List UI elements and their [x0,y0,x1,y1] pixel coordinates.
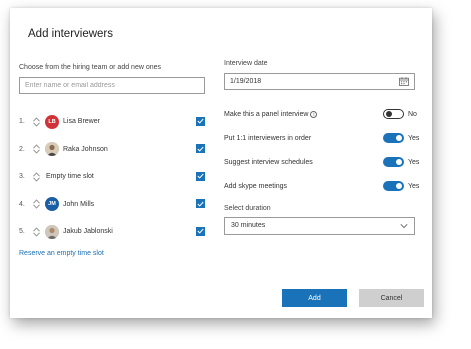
reorder-arrows [30,199,42,209]
chevron-down-icon [400,223,408,229]
order-interviewers-option: Put 1:1 interviewers in order Yes [224,131,419,145]
toggle-state: Yes [408,158,420,166]
interviewer-checkbox[interactable] [196,144,205,154]
search-input[interactable] [19,77,205,94]
skype-meetings-label: Add skype meetings [224,182,288,190]
chevron-down-icon[interactable] [32,149,40,154]
interviewer-checkbox[interactable] [196,199,205,209]
reserve-empty-slot-link[interactable]: Reserve an empty time slot [19,250,104,257]
toggle-state: No [408,110,417,118]
checkmark-icon [197,146,204,152]
reorder-arrows [30,227,42,237]
checkmark-icon [197,118,204,124]
toggle-state: Yes [408,134,420,142]
interview-date-label: Interview date [224,60,268,67]
reorder-arrows [30,172,42,182]
duration-label: Select duration [224,205,271,212]
avatar: LB [45,114,59,129]
hiring-team-label: Choose from the hiring team or add new o… [19,64,162,71]
list-item: 1. LB Lisa Brewer [19,108,205,136]
interview-date-field[interactable]: 1/19/2018 [224,73,415,90]
hiring-team-section: Choose from the hiring team or add new o… [19,64,205,94]
interviewer-checkbox[interactable] [196,116,205,126]
suggest-schedules-label: Suggest interview schedules [224,158,313,166]
toggle-state: Yes [408,182,420,190]
suggest-schedules-option: Suggest interview schedules Yes [224,155,419,169]
list-item: 3. Empty time slot [19,163,205,191]
cancel-button[interactable]: Cancel [359,289,424,307]
interviewer-checkbox[interactable] [196,171,205,181]
skype-meetings-toggle[interactable] [383,181,404,191]
duration-value: 30 minutes [231,222,266,229]
interview-date-value: 1/19/2018 [230,78,262,85]
interviewer-name: John Mills [63,200,95,208]
reorder-arrows [30,117,42,127]
row-number: 3. [19,173,25,181]
chevron-down-icon[interactable] [32,204,40,209]
order-interviewers-label: Put 1:1 interviewers in order [224,134,312,142]
interviewer-name: Raka Johnson [63,145,108,153]
row-number: 5. [19,228,25,236]
checkmark-icon [197,228,204,234]
list-item: 2. Raka Johnson [19,136,205,164]
avatar [45,142,59,157]
add-button[interactable]: Add [282,289,347,307]
interviewer-name: Jakub Jablonski [63,228,113,236]
reorder-arrows [30,144,42,154]
panel-interview-label: Make this a panel interview [224,110,309,118]
person-photo-icon [45,224,59,239]
person-photo-icon [45,142,59,157]
list-item: 5. Jakub Jablonski [19,218,205,246]
list-item: 4. JM John Mills [19,191,205,219]
avatar: JM [45,197,59,212]
row-number: 1. [19,118,25,126]
interviewer-name: Empty time slot [46,173,94,181]
checkmark-icon [197,173,204,179]
suggest-schedules-toggle[interactable] [383,157,404,167]
chevron-down-icon[interactable] [32,177,40,182]
row-number: 2. [19,145,25,153]
interviewer-list: 1. LB Lisa Brewer 2. Raka Johnson 3. Emp… [19,108,205,246]
panel-interview-toggle[interactable] [383,109,404,119]
order-interviewers-toggle[interactable] [383,133,404,143]
interviewer-name: Lisa Brewer [63,118,100,126]
calendar-icon[interactable] [399,77,409,86]
interviewer-checkbox[interactable] [196,226,205,236]
row-number: 4. [19,200,25,208]
info-icon[interactable]: i [310,110,318,118]
dialog-title: Add interviewers [28,28,114,40]
chevron-down-icon[interactable] [32,232,40,237]
chevron-down-icon[interactable] [32,122,40,127]
skype-meetings-option: Add skype meetings Yes [224,179,419,193]
interview-settings: Interview date 1/19/2018 [224,60,417,90]
panel-interview-option: Make this a panel interview i No [224,107,419,121]
checkmark-icon [197,201,204,207]
duration-select[interactable]: 30 minutes [224,217,415,235]
avatar [45,224,59,239]
